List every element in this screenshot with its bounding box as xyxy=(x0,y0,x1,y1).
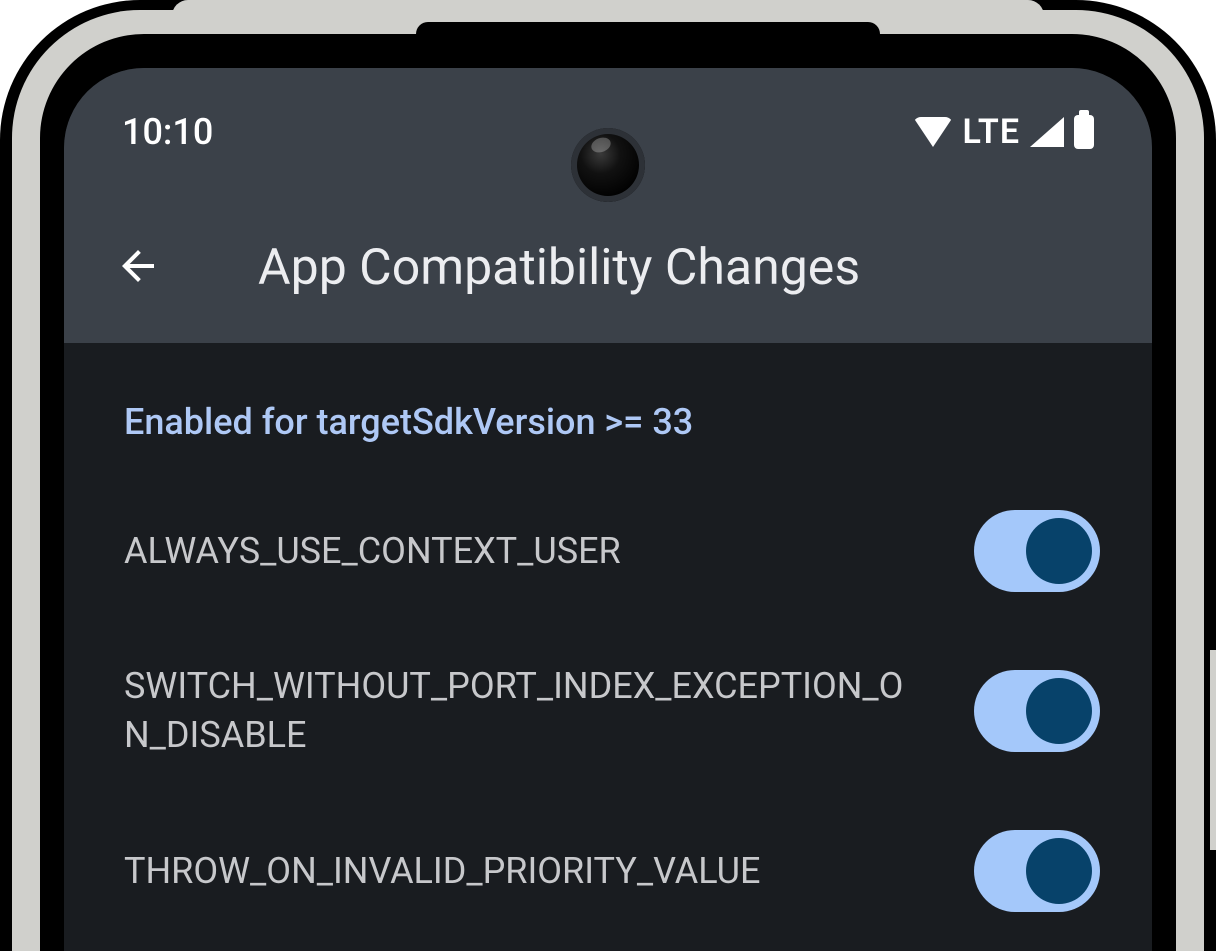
compat-change-label: ALWAYS_USE_CONTEXT_USER xyxy=(124,527,621,576)
cellular-signal-icon xyxy=(1030,117,1064,147)
compat-change-label: SWITCH_WITHOUT_PORT_INDEX_EXCEPTION_ON_D… xyxy=(124,662,904,759)
back-button[interactable] xyxy=(108,238,168,298)
app-bar: App Compatibility Changes xyxy=(64,218,1152,318)
phone-frame: 10:10 LTE App Compatibility Changes xyxy=(0,0,1216,951)
page-title: App Compatibility Changes xyxy=(258,239,860,297)
network-type-label: LTE xyxy=(963,112,1021,152)
battery-icon xyxy=(1074,115,1094,149)
compat-change-item-2[interactable]: THROW_ON_INVALID_PRIORITY_VALUE xyxy=(64,791,1152,951)
compat-change-item-0[interactable]: ALWAYS_USE_CONTEXT_USER xyxy=(64,471,1152,631)
status-and-app-bar-background: 10:10 LTE App Compatibility Changes xyxy=(64,68,1152,343)
toggle-switch[interactable] xyxy=(974,830,1100,912)
settings-list[interactable]: Enabled for targetSdkVersion >= 33 ALWAY… xyxy=(64,343,1152,951)
status-clock: 10:10 xyxy=(122,111,213,153)
toggle-switch[interactable] xyxy=(974,510,1100,592)
toggle-knob xyxy=(1026,838,1092,904)
compat-change-item-1[interactable]: SWITCH_WITHOUT_PORT_INDEX_EXCEPTION_ON_D… xyxy=(64,631,1152,791)
phone-screen: 10:10 LTE App Compatibility Changes xyxy=(64,68,1152,951)
phone-notch-key xyxy=(416,22,880,52)
section-header: Enabled for targetSdkVersion >= 33 xyxy=(64,343,1152,471)
compat-change-label: THROW_ON_INVALID_PRIORITY_VALUE xyxy=(124,847,760,896)
toggle-knob xyxy=(1026,678,1092,744)
front-camera xyxy=(571,128,645,202)
toggle-switch[interactable] xyxy=(974,670,1100,752)
toggle-knob xyxy=(1026,518,1092,584)
arrow-left-icon xyxy=(114,242,162,294)
power-button[interactable] xyxy=(1210,650,1216,850)
wifi-icon xyxy=(913,117,953,147)
